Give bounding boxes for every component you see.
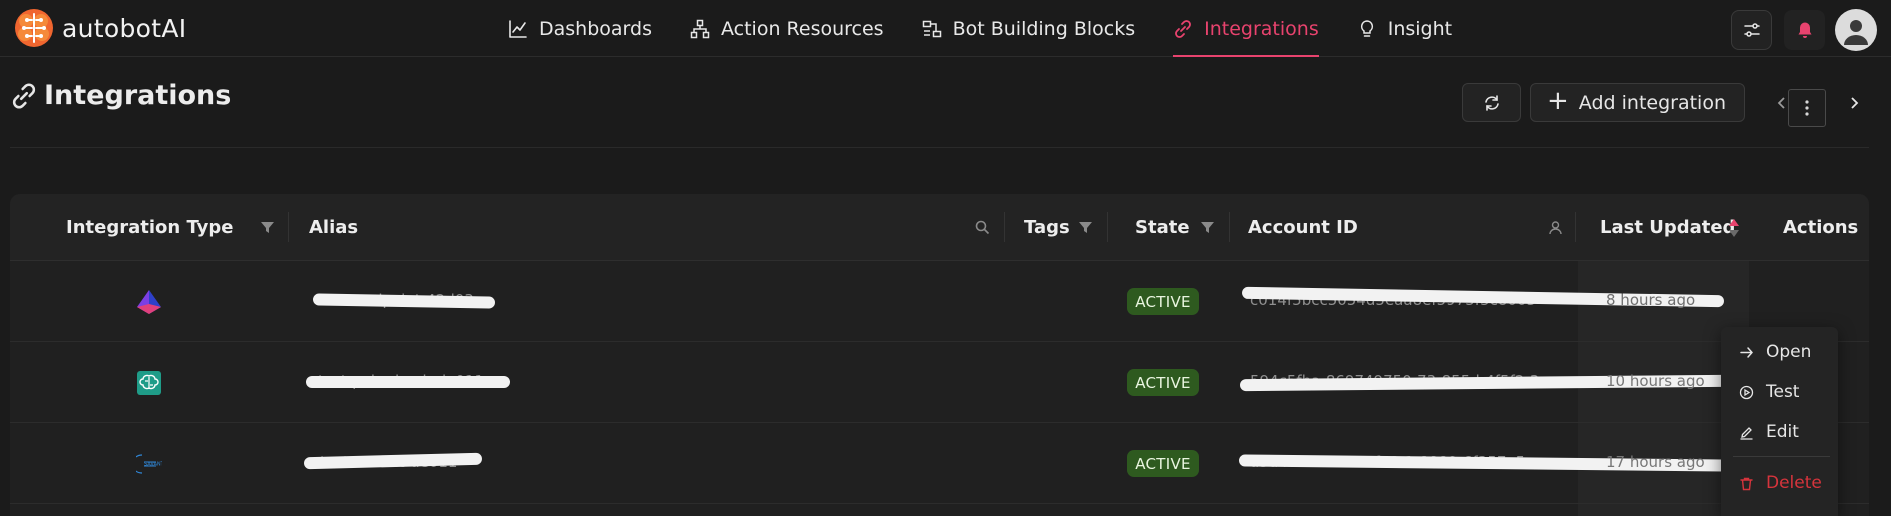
brand-name: autobotAI — [62, 13, 187, 43]
nav-label: Integrations — [1204, 17, 1319, 40]
last-updated-text: 8 hours ago — [1606, 291, 1696, 309]
column-separator — [1229, 212, 1230, 242]
column-header-tags[interactable]: Tags — [1024, 194, 1070, 261]
top-navigation-bar: autobotAI Dashboards Action Resources Bo… — [0, 0, 1891, 57]
nav-item-insight[interactable]: Insight — [1357, 0, 1452, 57]
column-label: Account ID — [1248, 217, 1358, 238]
pyramid-logo-icon — [137, 290, 161, 314]
last-updated-text: 10 hours ago — [1606, 372, 1705, 390]
menu-item-test[interactable]: Test — [1721, 375, 1838, 409]
user-filter-icon[interactable] — [1548, 220, 1563, 235]
link-icon — [1175, 19, 1192, 38]
menu-item-edit[interactable]: Edit — [1721, 415, 1838, 449]
column-separator — [1575, 212, 1576, 242]
column-label: Actions — [1783, 217, 1859, 238]
integrations-table: Integration Type Alias Tags State Accoun… — [10, 194, 1869, 516]
row-actions-menu: Open Test Edit Delete — [1721, 327, 1838, 516]
refresh-icon — [1484, 94, 1499, 111]
status-badge: ACTIVE — [1127, 450, 1199, 477]
column-header-actions: Actions — [1783, 194, 1858, 261]
nav-item-action-resources[interactable]: Action Resources — [690, 0, 884, 57]
nav-label: Bot Building Blocks — [952, 17, 1136, 40]
user-icon — [1844, 20, 1868, 45]
menu-item-label: Edit — [1766, 422, 1799, 442]
column-label: Integration Type — [66, 217, 234, 238]
brand[interactable]: autobotAI — [12, 6, 186, 50]
autobot-brain-logo-icon — [15, 9, 53, 47]
column-label: Alias — [309, 217, 359, 238]
menu-item-label: Test — [1766, 382, 1800, 402]
status-badge: ACTIVE — [1127, 288, 1199, 315]
column-header-account-id[interactable]: Account ID — [1248, 194, 1358, 261]
last-updated-text: 17 hours ago — [1606, 453, 1705, 471]
nav-label: Dashboards — [539, 17, 652, 40]
column-separator — [288, 212, 289, 242]
more-vertical-icon — [1805, 100, 1809, 116]
settings-toggle-button[interactable] — [1731, 10, 1772, 50]
page-title: Integrations — [44, 80, 232, 111]
nav-item-bot-building-blocks[interactable]: Bot Building Blocks — [922, 0, 1136, 57]
chevron-right-icon — [1851, 96, 1859, 109]
user-avatar[interactable] — [1835, 9, 1877, 51]
menu-item-delete[interactable]: Delete — [1721, 466, 1838, 500]
svg-text:SAVANT: SAVANT — [144, 462, 162, 468]
workflow-icon — [922, 20, 941, 37]
table-row[interactable]: SAVANT test-savant-de011 ACTIVE a5d471-6… — [10, 423, 1869, 504]
page-header: Integrations — [10, 80, 231, 111]
arrow-right-icon — [1740, 346, 1754, 358]
column-separator — [1004, 212, 1005, 242]
menu-item-open[interactable]: Open — [1721, 335, 1838, 369]
menu-divider — [1733, 456, 1830, 457]
nav-label: Action Resources — [720, 17, 884, 40]
table-header: Integration Type Alias Tags State Accoun… — [10, 194, 1869, 261]
play-circle-icon — [1739, 385, 1754, 399]
sliders-icon — [1743, 23, 1760, 37]
chevron-left-icon — [1777, 96, 1785, 109]
sort-icon[interactable] — [1728, 218, 1740, 238]
column-label: Last Updated — [1600, 217, 1736, 238]
menu-item-label: Delete — [1766, 473, 1822, 493]
trash-icon — [1740, 477, 1753, 490]
bell-icon — [1798, 22, 1811, 38]
add-integration-label: Add integration — [1578, 91, 1726, 114]
filter-icon[interactable] — [1078, 220, 1093, 235]
sitemap-icon — [690, 19, 710, 38]
row-actions-button[interactable] — [1788, 89, 1826, 127]
column-header-state[interactable]: State — [1135, 194, 1190, 261]
nav-item-dashboards[interactable]: Dashboards — [508, 0, 652, 57]
main-nav: Dashboards Action Resources Bot Building… — [508, 0, 1490, 57]
table-row[interactable]: test-endpoint-42d03 ACTIVE c014f5bcc5054… — [10, 261, 1869, 342]
divider — [10, 147, 1869, 148]
top-right-controls — [1719, 9, 1877, 51]
nav-label: Insight — [1387, 17, 1453, 40]
column-header-alias[interactable]: Alias — [309, 194, 358, 261]
next-page-button[interactable] — [1837, 86, 1871, 120]
redaction-mark — [306, 376, 510, 388]
pencil-icon — [1740, 426, 1753, 440]
chart-line-icon — [509, 19, 527, 38]
refresh-button[interactable] — [1462, 83, 1521, 122]
savant-logo-icon: SAVANT — [136, 454, 162, 474]
column-label: State — [1135, 217, 1190, 238]
table-row[interactable]: testqa-bedrock-de011 ACTIVE 594c5fba-869… — [10, 342, 1869, 423]
search-icon[interactable] — [975, 220, 990, 235]
add-integration-button[interactable]: + Add integration — [1530, 83, 1745, 122]
column-header-integration-type[interactable]: Integration Type — [66, 194, 233, 261]
plus-icon: + — [1547, 86, 1569, 116]
filter-icon[interactable] — [1200, 220, 1215, 235]
column-header-last-updated[interactable]: Last Updated — [1600, 194, 1735, 261]
brain-chip-logo-icon — [137, 371, 161, 395]
lightbulb-icon — [1360, 19, 1373, 37]
link-icon — [12, 83, 36, 108]
nav-item-integrations[interactable]: Integrations — [1173, 0, 1319, 57]
menu-item-label: Open — [1766, 342, 1812, 362]
filter-icon[interactable] — [260, 220, 275, 235]
column-label: Tags — [1024, 217, 1070, 238]
status-badge: ACTIVE — [1127, 369, 1199, 396]
column-separator — [1107, 212, 1108, 242]
notifications-button[interactable] — [1784, 10, 1825, 50]
